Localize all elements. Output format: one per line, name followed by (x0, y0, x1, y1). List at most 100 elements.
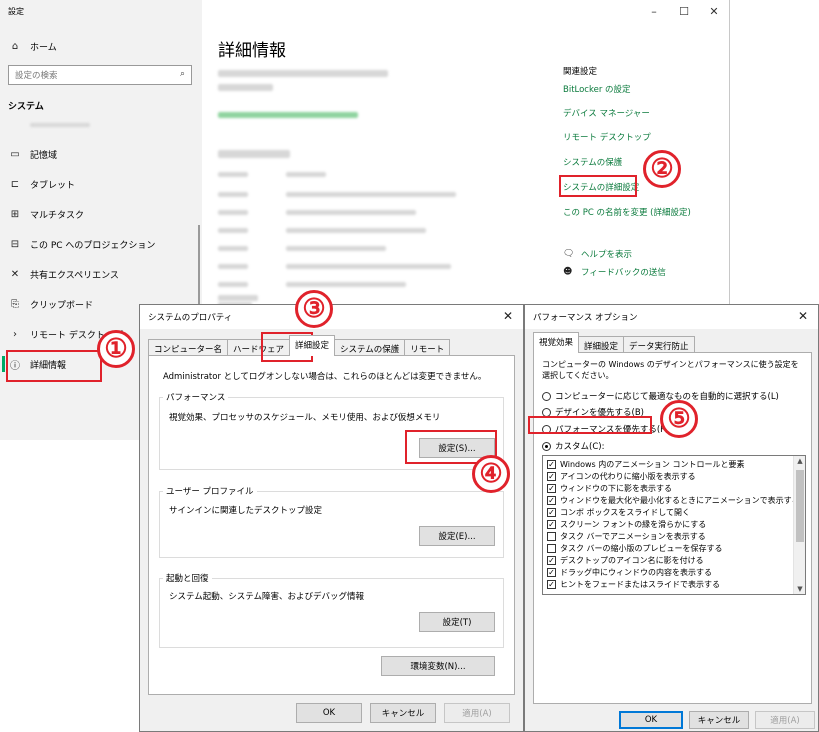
effect-label: タスク バーの縮小版のプレビューを保存する (560, 544, 723, 553)
effect-label: ウィンドウの下に影を表示する (560, 484, 672, 493)
sidebar-scrollbar[interactable] (198, 225, 200, 305)
visual-effects-desc: コンピューターの Windows のデザインとパフォーマンスに使う設定を選択して… (542, 360, 799, 380)
checkbox: ✓ (547, 580, 556, 589)
remote-desktop-link[interactable]: リモート デスクトップ (563, 131, 651, 143)
effect-checkbox[interactable]: ✓ Windows 内のアニメーション コントロールと要素 (547, 459, 744, 470)
device-manager-link[interactable]: デバイス マネージャー (563, 107, 650, 119)
tablet-icon: ⊏ (10, 178, 20, 190)
related-settings-heading: 関連設定 (563, 67, 598, 77)
redacted-text (218, 70, 388, 77)
environment-variables-button[interactable]: 環境変数(N)... (381, 656, 495, 676)
tab-advanced[interactable]: 詳細設定 (578, 336, 625, 353)
radio-custom[interactable]: カスタム(C): (542, 440, 604, 452)
scroll-up-icon[interactable]: ▲ (794, 457, 805, 465)
checkbox: ✓ (547, 460, 556, 469)
startup-recovery-settings-button[interactable]: 設定(T) (419, 612, 495, 632)
tab-remote[interactable]: リモート (404, 339, 451, 356)
advanced-tab-panel: Administrator としてログオンしない場合は、これらのほとんどは変更で… (148, 355, 515, 695)
effect-checkbox[interactable]: ✓ コンボ ボックスをスライドして開く (547, 507, 690, 518)
checkbox: ✓ (547, 496, 556, 505)
checkbox (547, 544, 556, 553)
checkbox: ✓ (547, 508, 556, 517)
cancel-button[interactable]: キャンセル (370, 703, 436, 723)
step-badge-1: ① (97, 330, 135, 368)
redacted-text (218, 295, 258, 301)
tab-computer-name[interactable]: コンピューター名 (148, 339, 229, 356)
help-label: ヘルプを表示 (581, 250, 633, 260)
effect-checkbox[interactable]: タスク バーの縮小版のプレビューを保存する (547, 543, 723, 554)
radio-label: コンピューターに応じて最適なものを自動的に選択する(L) (555, 392, 779, 402)
tab-visual-effects[interactable]: 視覚効果 (533, 332, 580, 353)
help-icon: 🗨 (563, 249, 575, 259)
effect-label: ウィンドウを最大化や最小化するときにアニメーションで表示する (560, 496, 800, 505)
sidebar-item-label: ホーム (30, 42, 57, 53)
sidebar-item-multitask[interactable]: ⊞ マルチタスク (8, 205, 84, 223)
sidebar-item-shared-experience[interactable]: ✕ 共有エクスペリエンス (8, 265, 119, 283)
effect-label: タスク バーでアニメーションを表示する (560, 532, 706, 541)
effect-checkbox[interactable]: ✓ ウィンドウの下に影を表示する (547, 483, 672, 494)
user-profile-desc: サインインに関連したデスクトップ設定 (169, 506, 323, 516)
redacted-link (218, 112, 358, 118)
user-profile-group (159, 491, 504, 558)
effect-checkbox[interactable]: ✓ ヒントをフェードまたはスライドで表示する (547, 579, 720, 590)
sidebar-item-label: マルチタスク (30, 210, 85, 221)
cancel-button[interactable]: キャンセル (689, 711, 749, 729)
effect-checkbox[interactable]: ✓ アイコンの代わりに縮小版を表示する (547, 471, 696, 482)
tab-system-protection[interactable]: システムの保護 (334, 339, 406, 356)
effect-label: ドラッグ中にウィンドウの内容を表示する (560, 568, 712, 577)
rename-pc-link[interactable]: この PC の名前を変更 (詳細設定) (563, 206, 691, 218)
effect-label: アイコンの代わりに縮小版を表示する (560, 472, 696, 481)
bitlocker-link[interactable]: BitLocker の設定 (563, 83, 631, 95)
list-scrollbar[interactable]: ▲ ▼ (793, 456, 805, 594)
radio-auto[interactable]: コンピューターに応じて最適なものを自動的に選択する(L) (542, 390, 779, 402)
ok-button[interactable]: OK (619, 711, 683, 729)
radio-label: カスタム(C): (555, 442, 605, 452)
feedback-link[interactable]: ☻ フィードバックの送信 (563, 266, 666, 278)
user-profile-settings-button[interactable]: 設定(E)... (419, 526, 495, 546)
sidebar-item-label: 共有エクスペリエンス (30, 270, 119, 281)
maximize-button[interactable]: ☐ (669, 5, 699, 18)
effect-checkbox[interactable]: ✓ ドラッグ中にウィンドウの内容を表示する (547, 567, 712, 578)
sidebar-item-home[interactable]: ⌂ ホーム (8, 37, 57, 55)
apply-button[interactable]: 適用(A) (444, 703, 510, 723)
sidebar-item-label: 記憶域 (30, 150, 58, 161)
page-title: 詳細情報 (218, 41, 286, 61)
visual-effects-list[interactable]: ✓ Windows 内のアニメーション コントロールと要素 ✓ アイコンの代わりに縮… (542, 455, 806, 595)
effect-checkbox[interactable]: ✓ ウィンドウを最大化や最小化するときにアニメーションで表示する (547, 495, 800, 506)
tab-strip: 視覚効果 詳細設定 データ実行防止 (533, 332, 695, 353)
close-button[interactable]: ✕ (699, 5, 729, 18)
minimize-button[interactable]: – (639, 5, 669, 18)
ok-button[interactable]: OK (296, 703, 362, 723)
effect-label: スクリーン フォントの縁を滑らかにする (560, 520, 707, 529)
sidebar-item-tablet[interactable]: ⊏ タブレット (8, 175, 75, 193)
tab-dep[interactable]: データ実行防止 (623, 336, 695, 353)
checkbox: ✓ (547, 472, 556, 481)
settings-search-input[interactable]: 設定の検索 ⌕ (8, 65, 192, 85)
step-badge-3: ③ (295, 290, 333, 328)
sidebar-item-projection[interactable]: ⊟ この PC へのプロジェクション (8, 235, 156, 253)
remote-desktop-icon: › (13, 328, 17, 340)
checkbox (547, 532, 556, 541)
close-icon[interactable]: ✕ (503, 309, 513, 323)
effect-checkbox[interactable]: ✓ スクリーン フォントの縁を滑らかにする (547, 519, 706, 530)
multitask-icon: ⊞ (10, 208, 20, 220)
search-icon: ⌕ (179, 69, 185, 79)
tab-strip: コンピューター名 ハードウェア 詳細設定 システムの保護 リモート (148, 335, 451, 356)
effect-checkbox[interactable]: ✓ デスクトップのアイコン名に影を付ける (547, 555, 704, 566)
tab-advanced[interactable]: 詳細設定 (289, 335, 336, 356)
effect-checkbox[interactable]: タスク バーでアニメーションを表示する (547, 531, 706, 542)
projection-icon: ⊟ (10, 238, 20, 250)
scroll-down-icon[interactable]: ▼ (794, 585, 805, 593)
step-badge-5: ⑤ (660, 400, 698, 438)
sidebar-item-label: この PC へのプロジェクション (30, 240, 156, 251)
highlight-advanced-settings-link (559, 175, 637, 197)
scroll-thumb[interactable] (796, 470, 804, 542)
help-link[interactable]: 🗨 ヘルプを表示 (563, 248, 632, 260)
system-protection-link[interactable]: システムの保護 (563, 156, 622, 168)
close-icon[interactable]: ✕ (798, 309, 808, 323)
step-badge-4: ④ (472, 455, 510, 493)
apply-button[interactable]: 適用(A) (755, 711, 815, 729)
sidebar-item-clipboard[interactable]: ⎘ クリップボード (8, 295, 93, 313)
sidebar-item-storage[interactable]: ▭ 記憶域 (8, 145, 57, 163)
admin-note: Administrator としてログオンしない場合は、これらのほとんどは変更で… (163, 372, 487, 382)
